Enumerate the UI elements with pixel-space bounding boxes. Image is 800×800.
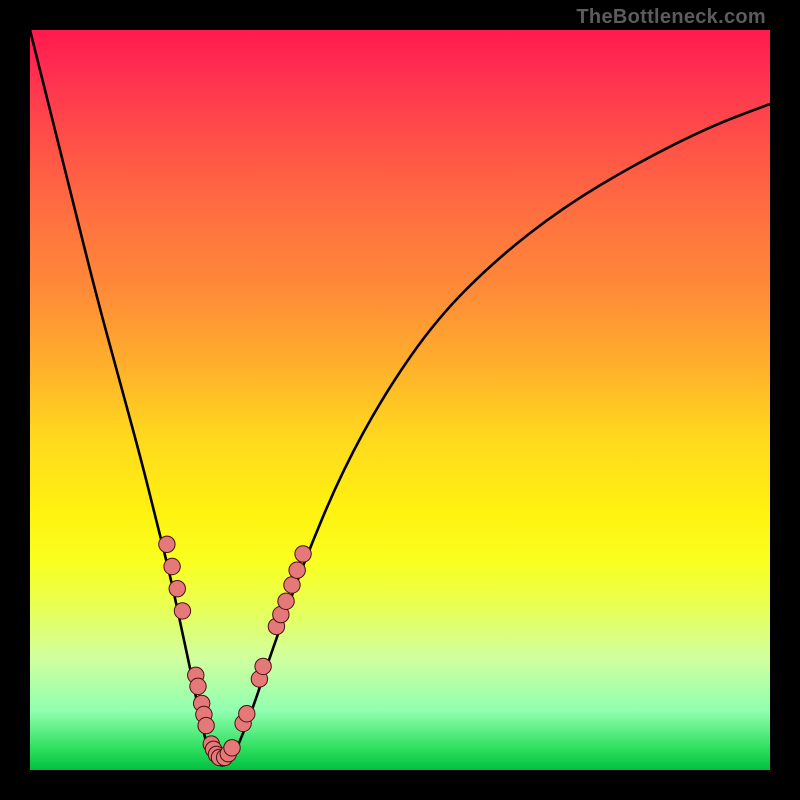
data-marker	[239, 706, 255, 722]
watermark-text: TheBottleneck.com	[576, 6, 766, 29]
data-marker	[255, 658, 271, 674]
data-marker	[295, 546, 311, 562]
data-marker	[289, 562, 305, 578]
data-marker	[159, 536, 175, 552]
data-markers	[159, 536, 312, 766]
data-marker	[169, 581, 185, 597]
bottleneck-curve	[30, 30, 770, 765]
data-marker	[224, 740, 240, 756]
data-marker	[190, 678, 206, 694]
data-marker	[198, 717, 214, 733]
data-marker	[278, 593, 294, 609]
data-marker	[284, 577, 300, 593]
chart-frame: TheBottleneck.com	[0, 0, 800, 800]
chart-svg	[30, 30, 770, 770]
plot-area	[30, 30, 770, 770]
data-marker	[164, 558, 180, 574]
data-marker	[174, 603, 190, 619]
